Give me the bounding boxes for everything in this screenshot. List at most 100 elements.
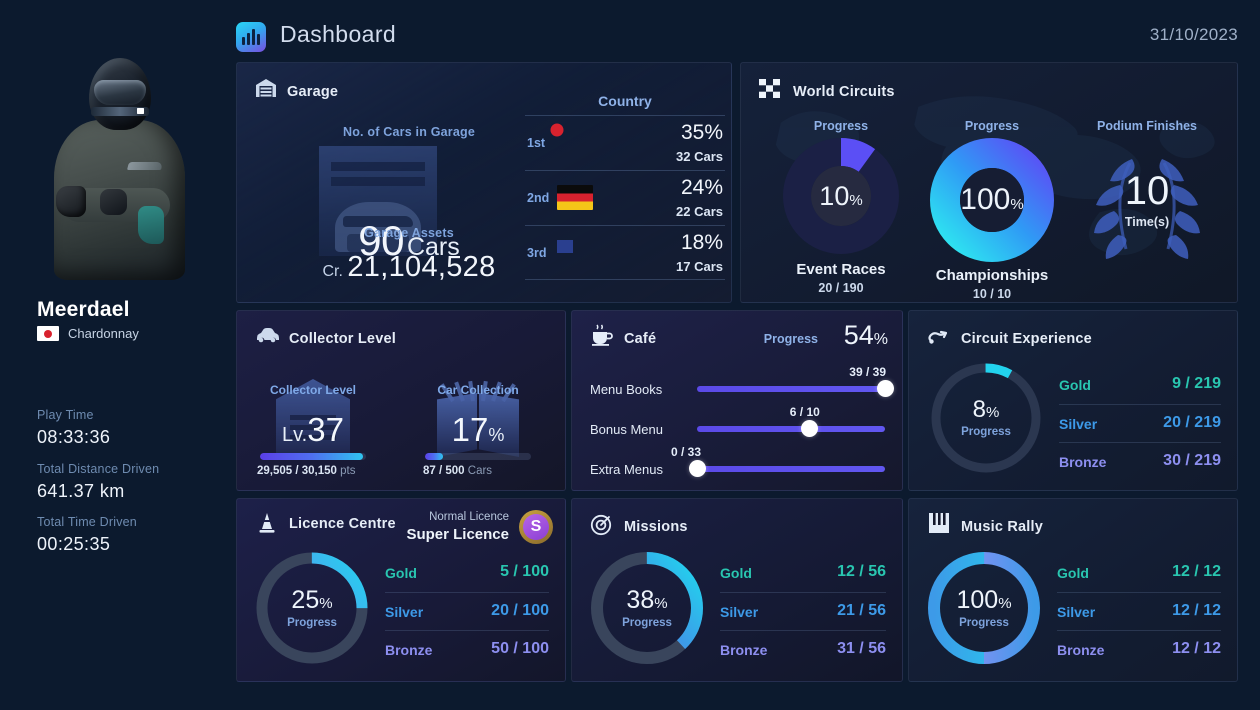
collector-level-bar-fill (260, 453, 363, 460)
jp-flag-icon (37, 326, 59, 341)
licence-super-label: Super Licence (406, 526, 509, 543)
panel-licence-centre[interactable]: Licence Centre Normal Licence Super Lice… (236, 498, 566, 682)
medal-name-gold: Gold (1059, 377, 1091, 393)
country-header: Country (598, 93, 652, 109)
garage-icon (256, 79, 276, 97)
page-title: Dashboard (280, 21, 397, 47)
donut-championships: 100% (929, 137, 1055, 263)
team-name: Chardonnay (68, 326, 139, 341)
music-rally-progress-label: Progress (959, 616, 1009, 629)
checkered-flag-icon (759, 79, 780, 98)
championships-unit: % (1010, 196, 1024, 213)
car-collection-bar (425, 453, 531, 460)
table-row: 2nd 24% 22 Cars (525, 170, 725, 225)
stat-label-play-time: Play Time (37, 408, 94, 422)
panel-missions[interactable]: Missions 38% Progress Gold 12 / 56 Silve… (571, 498, 903, 682)
country-ranking-table: 1st 35% 32 Cars 2nd 24% 22 Cars 3rd 18% … (525, 115, 725, 280)
car-collection-bar-fill (425, 453, 444, 460)
event-races-percent: 10 (819, 180, 850, 211)
panel-garage[interactable]: Garage No. of Cars in Garage 90 Cars Gara… (236, 62, 732, 303)
donut-music-rally: 100% Progress (925, 549, 1043, 667)
podium-count: 10 (1124, 169, 1170, 213)
avatar-suit-logo (127, 162, 163, 170)
collector-level-value: Lv.37 (260, 411, 366, 449)
collector-level-tile: Collector Level Lv.37 (260, 379, 366, 457)
championships-name: Championships (935, 267, 1049, 284)
medal-name-gold: Gold (385, 565, 417, 581)
panel-title-missions: Missions (624, 519, 688, 535)
medal-name-gold: Gold (720, 565, 752, 581)
car-collection-number: 17 (451, 411, 489, 448)
table-row: 3rd 18% 17 Cars (525, 225, 725, 280)
list-item: Gold 9 / 219 (1059, 366, 1221, 404)
podium-cap: Podium Finishes (1096, 119, 1197, 133)
licence-badge-letter: S (523, 514, 549, 540)
de-flag-icon (557, 185, 593, 210)
list-item: Bronze 30 / 219 (1059, 442, 1221, 480)
slider-value: 39 / 39 (849, 365, 886, 379)
world-circuits-event-races: Progress 10% Event Races 20 / 190 (765, 119, 917, 295)
world-circuits-championships: Progress 100% Championships 10 / 10 (916, 119, 1068, 301)
avatar (42, 58, 197, 283)
coffee-cup-icon (592, 324, 613, 346)
list-item: Silver 21 / 56 (720, 592, 886, 630)
player-sidebar: Meerdael Chardonnay Play Time 08:33:36 T… (0, 0, 235, 710)
medal-value-silver: 12 / 12 (1172, 602, 1221, 619)
event-races-cap: Progress (813, 119, 869, 133)
slider-track[interactable] (697, 426, 885, 432)
bar-chart-icon (236, 22, 266, 52)
cone-icon (259, 513, 275, 533)
world-circuits-podium: Podium Finishes 10 Time(s) (1067, 119, 1227, 263)
country-percent: 18% (680, 231, 723, 254)
list-item: Gold 5 / 100 (385, 554, 549, 592)
panel-circuit-experience[interactable]: Circuit Experience 8% Progress Gold 9 / … (908, 310, 1238, 491)
medal-value-bronze: 12 / 12 (1172, 640, 1221, 657)
slider-bonus-menu[interactable]: Bonus Menu 6 / 10 (590, 405, 886, 449)
list-item: Gold 12 / 56 (720, 554, 886, 592)
slider-knob[interactable] (801, 420, 819, 437)
donut-licence-centre: 25% Progress (253, 549, 371, 667)
slider-menu-books[interactable]: Menu Books 39 / 39 (590, 365, 894, 409)
panel-title-world-circuits: World Circuits (793, 84, 895, 100)
panel-world-circuits[interactable]: World Circuits Progress 10% Event Races … (740, 62, 1238, 303)
slider-track[interactable] (697, 386, 885, 392)
list-item: Silver 20 / 100 (385, 592, 549, 630)
avatar-helmet-band (91, 107, 149, 116)
medal-name-bronze: Bronze (1059, 454, 1107, 470)
podium-unit: Time(s) (1124, 215, 1170, 229)
panel-cafe[interactable]: Café Progress 54% Menu Books 39 / 39 Bon… (571, 310, 903, 491)
slider-extra-menus[interactable]: Extra Menus 0 / 33 (590, 445, 886, 489)
licence-progress-label: Progress (287, 616, 337, 629)
country-cars: 32 Cars (676, 149, 723, 164)
super-licence-badge: S (519, 510, 553, 544)
slider-knob[interactable] (876, 380, 894, 397)
cafe-progress-value: 54% (843, 320, 888, 350)
slider-value: 6 / 10 (789, 405, 820, 419)
stat-value-play-time: 08:33:36 (37, 427, 111, 447)
garage-cars-label: No. of Cars in Garage (342, 125, 475, 139)
list-item: Bronze 12 / 12 (1057, 630, 1221, 668)
stat-label-total-distance: Total Distance Driven (37, 462, 160, 476)
slider-track[interactable] (697, 466, 885, 472)
panel-title-circuit-experience: Circuit Experience (961, 331, 1092, 347)
country-rank: 2nd (527, 191, 550, 205)
cafe-progress-label: Progress (763, 332, 818, 346)
donut-circuit-experience: 8% Progress (927, 359, 1045, 477)
player-name: Meerdael (37, 298, 130, 321)
country-rank: 3rd (527, 246, 547, 260)
panel-collector-level[interactable]: Collector Level Collector Level Lv.37 29… (236, 310, 566, 491)
medal-value-silver: 21 / 56 (837, 602, 886, 619)
piano-keys-icon (929, 513, 949, 533)
garage-assets-value: Cr. 21,104,528 (294, 251, 524, 284)
car-icon (257, 328, 279, 343)
slider-knob[interactable] (688, 460, 706, 477)
medal-value-gold: 9 / 219 (1172, 375, 1221, 392)
panel-music-rally[interactable]: Music Rally 100% Progress Gold 12 / 12 S… (908, 498, 1238, 682)
list-item: Bronze 50 / 100 (385, 630, 549, 668)
medal-value-bronze: 30 / 219 (1163, 452, 1221, 469)
medal-value-gold: 5 / 100 (500, 563, 549, 580)
country-cars: 17 Cars (676, 259, 723, 274)
list-item: Silver 12 / 12 (1057, 592, 1221, 630)
car-collection-cap: Car Collection (437, 383, 519, 397)
panel-title-cafe: Café (624, 331, 657, 347)
